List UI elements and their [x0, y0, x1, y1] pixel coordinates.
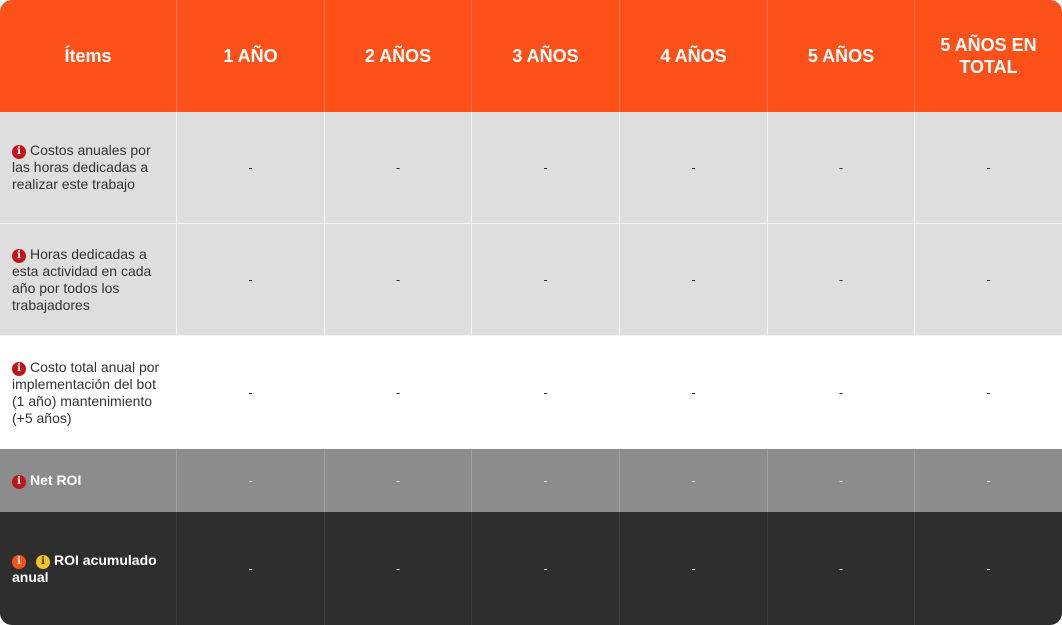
row-label-cell: i Horas dedicadas a esta actividad en cad…: [0, 224, 177, 336]
value-year-4: -: [691, 272, 696, 287]
value-year-3: -: [543, 160, 548, 175]
row-label-cell: i Costo total anual por implementación de…: [0, 336, 177, 449]
value-year-4: -: [691, 385, 696, 400]
row-label: Costo total anual por implementación del…: [12, 358, 160, 426]
value-year-1: -: [248, 561, 253, 576]
value-year-5: -: [838, 160, 844, 175]
value-cell: -: [472, 224, 620, 336]
value-total: -: [986, 160, 991, 175]
value-cell: -: [177, 224, 325, 336]
row-label-text: i Horas dedicadas a esta actividad en cad…: [12, 246, 164, 314]
header-year-1-label: 1 AÑO: [223, 46, 278, 66]
value-cell: -: [620, 449, 768, 512]
value-year-2: -: [395, 272, 401, 287]
header-total: 5 AÑOS EN TOTAL: [915, 0, 1062, 112]
value-cell: -: [472, 336, 620, 449]
header-year-3: 3 AÑOS: [472, 0, 620, 112]
value-cell: -: [768, 112, 915, 224]
value-year-2: -: [395, 561, 401, 576]
value-total: -: [986, 561, 991, 576]
value-year-2: -: [395, 473, 401, 488]
value-year-4: -: [691, 160, 696, 175]
value-year-5: -: [838, 272, 844, 287]
row-label-text: i Costo total anual por implementación de…: [12, 359, 164, 427]
value-cell: -: [915, 112, 1062, 224]
value-cell: -: [768, 224, 915, 336]
value-cell: -: [472, 112, 620, 224]
value-cell: -: [915, 336, 1062, 449]
header-year-1: 1 AÑO: [177, 0, 325, 112]
row-label-text: i Net ROI: [12, 472, 81, 489]
header-items-label: Ítems: [64, 46, 112, 66]
value-year-1: -: [248, 473, 253, 488]
value-cell: -: [325, 112, 472, 224]
value-year-2: -: [395, 160, 401, 175]
value-cell: -: [177, 112, 325, 224]
info-icon[interactable]: i: [12, 361, 26, 376]
row-label-cell: i Net ROI: [0, 449, 177, 512]
value-cell: -: [177, 449, 325, 512]
row-label-text: i Costos anuales por las horas dedicadas …: [12, 142, 164, 193]
value-cell: -: [620, 512, 768, 625]
value-year-5: -: [838, 561, 844, 576]
value-year-1: -: [248, 160, 253, 175]
value-cell: -: [325, 449, 472, 512]
value-year-5: -: [838, 385, 844, 400]
header-total-label: 5 AÑOS EN TOTAL: [940, 35, 1037, 77]
value-cell: -: [620, 112, 768, 224]
roi-table: Ítems 1 AÑO 2 AÑOS 3 AÑOS 4 AÑOS 5 AÑOS …: [0, 0, 1062, 625]
info-icon[interactable]: i: [12, 248, 26, 263]
info-icon[interactable]: i: [36, 554, 50, 569]
value-year-5: -: [838, 473, 844, 488]
header-year-2-label: 2 AÑOS: [364, 46, 432, 66]
value-cell: -: [325, 336, 472, 449]
header-year-5-label: 5 AÑOS: [807, 46, 875, 66]
value-cell: -: [768, 336, 915, 449]
value-cell: -: [325, 512, 472, 625]
header-year-2: 2 AÑOS: [325, 0, 472, 112]
value-cell: -: [915, 512, 1062, 625]
value-cell: -: [915, 224, 1062, 336]
row-label: Horas dedicadas a esta actividad en cada…: [12, 245, 152, 313]
value-year-1: -: [248, 385, 253, 400]
value-year-1: -: [248, 272, 253, 287]
value-cell: -: [620, 336, 768, 449]
row-label: Net ROI: [30, 472, 82, 488]
value-year-3: -: [543, 272, 548, 287]
value-year-3: -: [543, 473, 548, 488]
value-cell: -: [915, 449, 1062, 512]
row-label-cell: i Costos anuales por las horas dedicadas …: [0, 112, 177, 224]
value-year-2: -: [395, 385, 401, 400]
header-year-4-label: 4 AÑOS: [660, 46, 727, 66]
value-total: -: [986, 272, 991, 287]
row-label-cell: i i ROI acumulado anual: [0, 512, 177, 625]
row-label-text: i i ROI acumulado anual: [12, 552, 164, 586]
info-icon[interactable]: i: [12, 554, 26, 569]
value-cell: -: [177, 512, 325, 625]
header-items: Ítems: [0, 0, 177, 112]
value-cell: -: [768, 512, 915, 625]
value-cell: -: [472, 512, 620, 625]
value-cell: -: [177, 336, 325, 449]
header-year-4: 4 AÑOS: [620, 0, 768, 112]
value-total: -: [986, 473, 991, 488]
header-year-5: 5 AÑOS: [768, 0, 915, 112]
value-cell: -: [620, 224, 768, 336]
value-cell: -: [472, 449, 620, 512]
value-year-4: -: [691, 561, 696, 576]
value-cell: -: [325, 224, 472, 336]
row-label: Costos anuales por las horas dedicadas a…: [12, 142, 151, 192]
info-icon[interactable]: i: [12, 145, 26, 159]
value-total: -: [986, 385, 991, 400]
info-icon[interactable]: i: [12, 475, 26, 489]
value-cell: -: [768, 449, 915, 512]
value-year-4: -: [691, 473, 696, 488]
value-year-3: -: [543, 561, 548, 576]
header-year-3-label: 3 AÑOS: [512, 46, 579, 66]
row-label: ROI acumulado anual: [12, 551, 157, 585]
value-year-3: -: [543, 385, 548, 400]
